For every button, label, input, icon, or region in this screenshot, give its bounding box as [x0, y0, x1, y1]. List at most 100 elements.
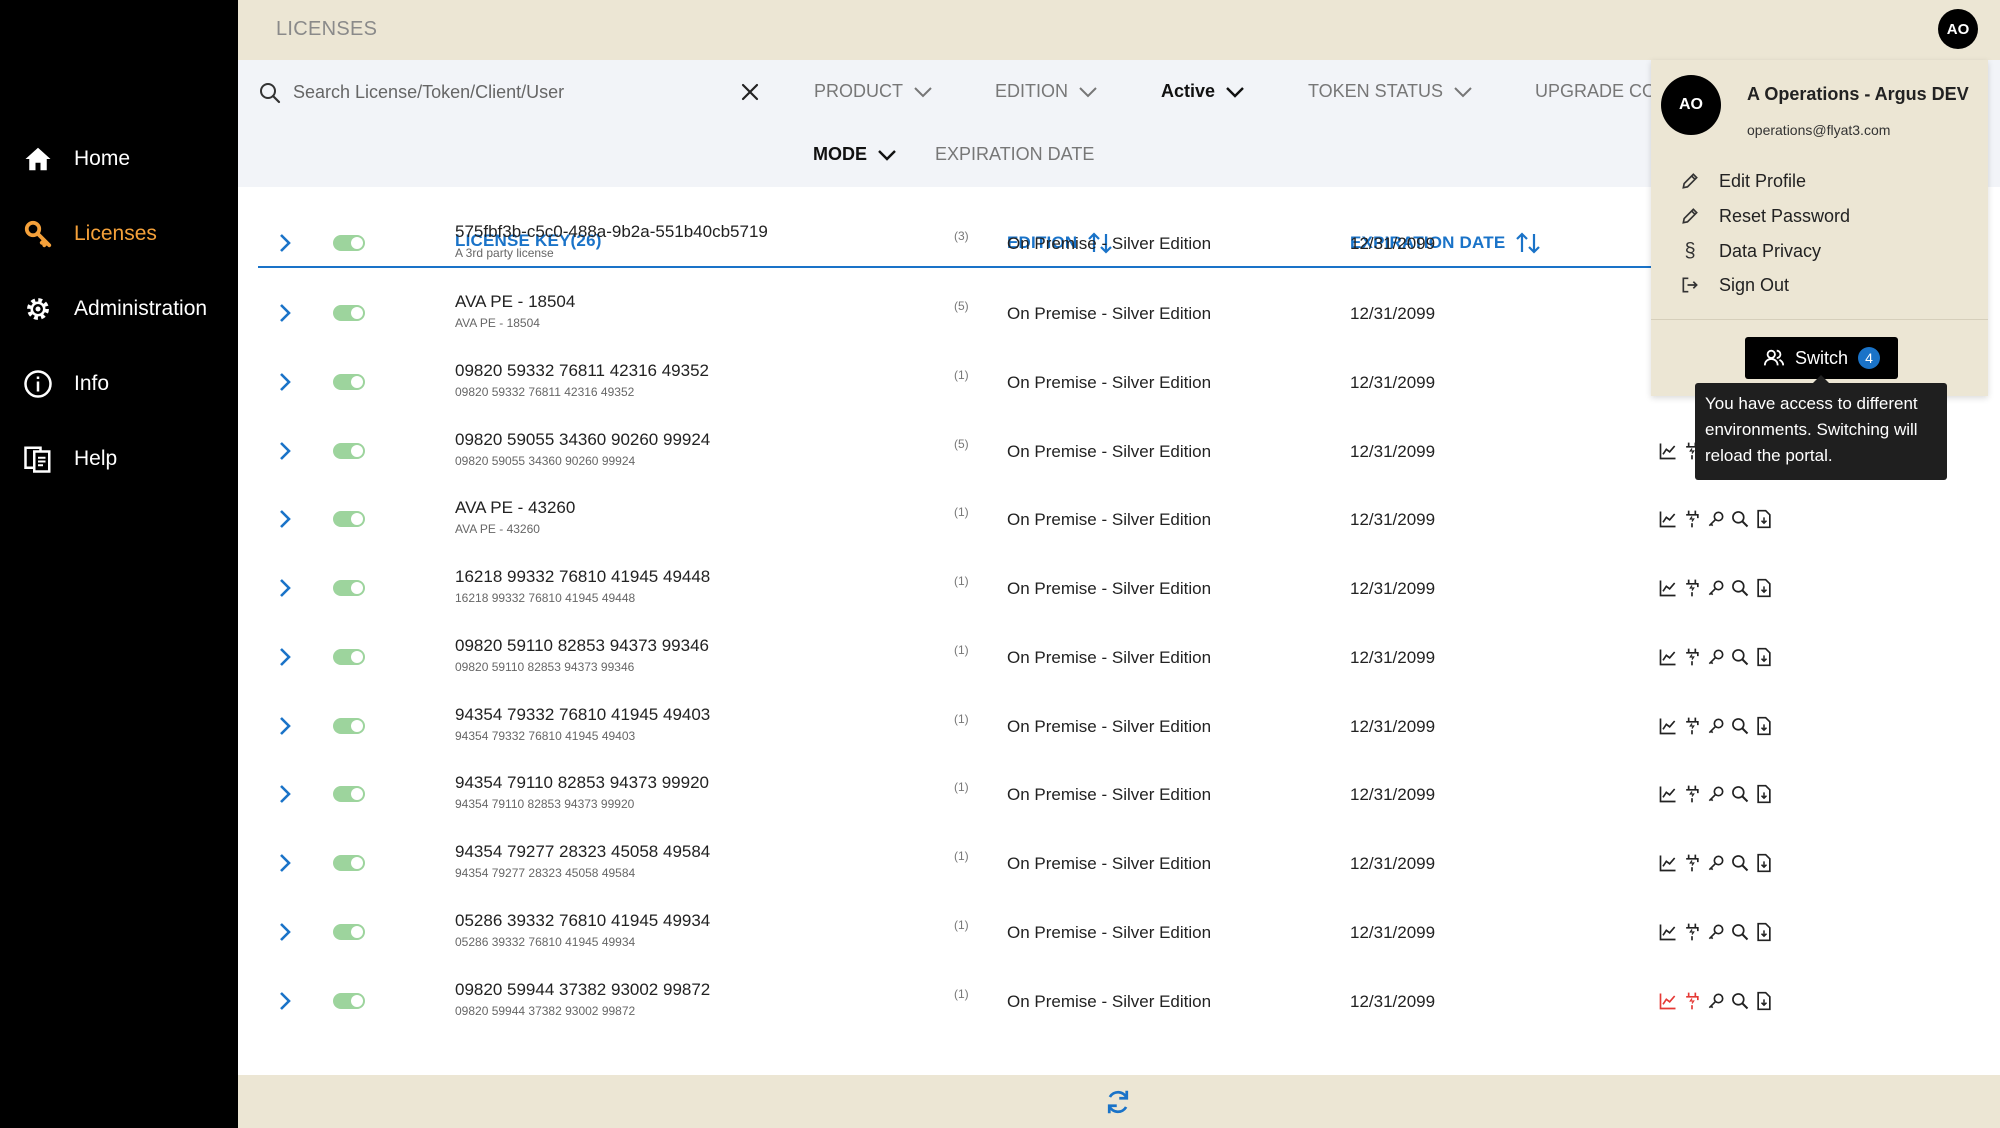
- active-toggle[interactable]: [333, 511, 365, 527]
- edition-cell: On Premise - Silver Edition: [1007, 648, 1212, 667]
- key-icon[interactable]: [1706, 509, 1726, 529]
- active-toggle[interactable]: [333, 786, 365, 802]
- gear-icon: [22, 293, 54, 325]
- chevron-right-icon[interactable]: [274, 231, 296, 255]
- sidebar-item-administration[interactable]: Administration: [22, 289, 207, 329]
- switch-environment-button[interactable]: Switch 4: [1745, 337, 1898, 379]
- search-input[interactable]: [293, 76, 743, 108]
- document-download-icon[interactable]: [1754, 922, 1774, 942]
- document-download-icon[interactable]: [1754, 647, 1774, 667]
- magnifier-icon[interactable]: [1730, 853, 1750, 873]
- expiration-date-cell: 12/31/2099: [1350, 442, 1436, 461]
- active-toggle[interactable]: [333, 305, 365, 321]
- license-key: 09820 59944 37382 93002 99872: [455, 980, 711, 999]
- magnifier-icon[interactable]: [1730, 509, 1750, 529]
- chevron-right-icon[interactable]: [274, 439, 296, 463]
- plug-icon[interactable]: [1682, 578, 1702, 598]
- chart-icon[interactable]: [1658, 647, 1678, 667]
- token-count: (1): [954, 780, 969, 794]
- chevron-right-icon[interactable]: [274, 576, 296, 600]
- chart-icon[interactable]: [1658, 509, 1678, 529]
- chart-icon[interactable]: [1658, 784, 1678, 804]
- key-icon[interactable]: [1706, 716, 1726, 736]
- chart-icon[interactable]: [1658, 441, 1678, 461]
- document-download-icon[interactable]: [1754, 991, 1774, 1011]
- chevron-down-icon: [1454, 86, 1472, 97]
- active-toggle[interactable]: [333, 924, 365, 940]
- plug-icon[interactable]: [1682, 716, 1702, 736]
- active-toggle[interactable]: [333, 374, 365, 390]
- sidebar-item-help[interactable]: Help: [22, 439, 117, 479]
- key-icon[interactable]: [1706, 578, 1726, 598]
- magnifier-icon[interactable]: [1730, 716, 1750, 736]
- chevron-right-icon[interactable]: [274, 301, 296, 325]
- document-download-icon[interactable]: [1754, 716, 1774, 736]
- top-header: LICENSES AO: [238, 0, 2000, 60]
- active-toggle[interactable]: [333, 580, 365, 596]
- chevron-right-icon[interactable]: [274, 989, 296, 1013]
- plug-icon[interactable]: [1682, 991, 1702, 1011]
- menu-sign-out[interactable]: Sign Out: [1679, 271, 1789, 299]
- key-icon[interactable]: [1706, 922, 1726, 942]
- chart-icon[interactable]: [1658, 853, 1678, 873]
- chevron-right-icon[interactable]: [274, 920, 296, 944]
- active-toggle[interactable]: [333, 443, 365, 459]
- filter-upgrade[interactable]: UPGRADE CO: [1535, 81, 1656, 102]
- menu-reset-password[interactable]: Reset Password: [1679, 202, 1850, 230]
- filter-token-status[interactable]: TOKEN STATUS: [1308, 81, 1473, 102]
- magnifier-icon[interactable]: [1730, 647, 1750, 667]
- filter-expiration-date[interactable]: EXPIRATION DATE: [935, 144, 1094, 165]
- active-toggle[interactable]: [333, 855, 365, 871]
- table-row: AVA PE - 43260 AVA PE - 43260 (1) On Premis…: [238, 485, 2000, 553]
- chevron-right-icon[interactable]: [274, 507, 296, 531]
- plug-icon[interactable]: [1682, 853, 1702, 873]
- active-toggle[interactable]: [333, 235, 365, 251]
- chart-icon[interactable]: [1658, 922, 1678, 942]
- expiration-date-cell: 12/31/2099: [1350, 234, 1436, 253]
- magnifier-icon[interactable]: [1730, 922, 1750, 942]
- chart-icon[interactable]: [1658, 991, 1678, 1011]
- filter-product[interactable]: PRODUCT: [814, 81, 933, 102]
- expiration-date-cell: 12/31/2099: [1350, 510, 1436, 529]
- sidebar-item-home[interactable]: Home: [22, 139, 130, 179]
- menu-data-privacy[interactable]: § Data Privacy: [1679, 237, 1821, 265]
- chevron-right-icon[interactable]: [274, 782, 296, 806]
- key-icon[interactable]: [1706, 991, 1726, 1011]
- document-download-icon[interactable]: [1754, 509, 1774, 529]
- active-toggle[interactable]: [333, 718, 365, 734]
- sidebar-item-info[interactable]: Info: [22, 364, 109, 404]
- filter-status[interactable]: Active: [1161, 81, 1245, 102]
- magnifier-icon[interactable]: [1730, 784, 1750, 804]
- plug-icon[interactable]: [1682, 784, 1702, 804]
- key-icon[interactable]: [1706, 647, 1726, 667]
- document-download-icon[interactable]: [1754, 853, 1774, 873]
- chevron-right-icon[interactable]: [274, 714, 296, 738]
- plug-icon[interactable]: [1682, 922, 1702, 942]
- chart-icon[interactable]: [1658, 578, 1678, 598]
- close-icon[interactable]: [738, 80, 762, 104]
- chevron-right-icon[interactable]: [274, 851, 296, 875]
- chevron-right-icon[interactable]: [274, 645, 296, 669]
- chevron-down-icon: [878, 149, 896, 161]
- document-download-icon[interactable]: [1754, 578, 1774, 598]
- magnifier-icon[interactable]: [1730, 991, 1750, 1011]
- magnifier-icon[interactable]: [1730, 578, 1750, 598]
- avatar[interactable]: AO: [1938, 9, 1978, 49]
- menu-edit-profile[interactable]: Edit Profile: [1679, 167, 1806, 195]
- sidebar-item-licenses[interactable]: Licenses: [22, 214, 157, 254]
- plug-icon[interactable]: [1682, 647, 1702, 667]
- refresh-icon[interactable]: [1103, 1087, 1133, 1117]
- filter-mode[interactable]: MODE: [813, 144, 897, 165]
- active-toggle[interactable]: [333, 649, 365, 665]
- token-count: (1): [954, 368, 969, 382]
- license-description: 05286 39332 76810 41945 49934: [455, 935, 636, 949]
- filter-edition[interactable]: EDITION: [995, 81, 1098, 102]
- plug-icon[interactable]: [1682, 509, 1702, 529]
- chevron-right-icon[interactable]: [274, 370, 296, 394]
- key-icon[interactable]: [1706, 853, 1726, 873]
- document-download-icon[interactable]: [1754, 784, 1774, 804]
- token-count: (1): [954, 505, 969, 519]
- chart-icon[interactable]: [1658, 716, 1678, 736]
- active-toggle[interactable]: [333, 993, 365, 1009]
- key-icon[interactable]: [1706, 784, 1726, 804]
